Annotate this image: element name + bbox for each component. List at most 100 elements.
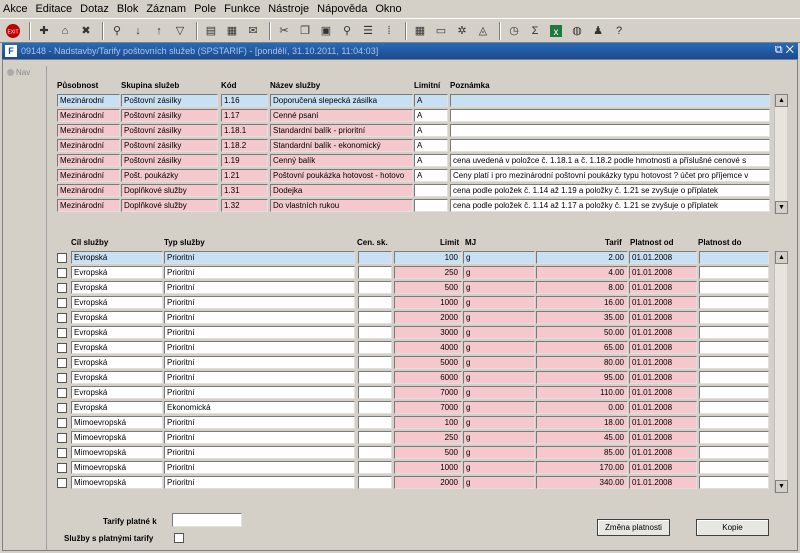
tariffs-cell[interactable]: 4.00	[536, 266, 628, 279]
tariffs-cell[interactable]: g	[463, 416, 535, 429]
sort-ascending-icon[interactable]: ↓	[129, 22, 147, 40]
services-cell[interactable]: 1.31	[221, 184, 268, 197]
tariffs-cell[interactable]	[699, 341, 769, 354]
row-checkbox[interactable]	[57, 433, 67, 443]
tariffs-cell[interactable]: Evropská	[71, 386, 163, 399]
tariffs-cell[interactable]: Prioritní	[164, 266, 355, 279]
tariffs-cell[interactable]: Evropská	[71, 266, 163, 279]
tariffs-cell[interactable]: 85.00	[536, 446, 628, 459]
settings-icon[interactable]: ✲	[453, 22, 471, 40]
tariffs-cell[interactable]: 01.01.2008	[629, 461, 697, 474]
tariffs-cell[interactable]	[358, 356, 392, 369]
tariffs-cell[interactable]	[358, 476, 392, 489]
tariffs-cell[interactable]: g	[463, 356, 535, 369]
row-checkbox[interactable]	[57, 343, 67, 353]
row-checkbox[interactable]	[57, 283, 67, 293]
tariffs-cell[interactable]: Prioritní	[164, 476, 355, 489]
tariffs-cell[interactable]: 100	[394, 251, 462, 264]
tariffs-cell[interactable]: Mimoevropská	[71, 416, 163, 429]
tariffs-cell[interactable]	[699, 446, 769, 459]
services-cell[interactable]: Dodejka	[270, 184, 413, 197]
services-cell[interactable]: 1.19	[221, 154, 268, 167]
menu-item[interactable]: Blok	[117, 3, 138, 15]
tariffs-cell[interactable]: Prioritní	[164, 251, 355, 264]
tariffs-cell[interactable]: Mimoevropská	[71, 476, 163, 489]
scroll-down-icon[interactable]: ▼	[775, 201, 788, 214]
tariffs-cell[interactable]: g	[463, 371, 535, 384]
tariffs-cell[interactable]	[699, 281, 769, 294]
tariffs-cell[interactable]	[699, 311, 769, 324]
tariffs-cell[interactable]	[699, 461, 769, 474]
services-cell[interactable]	[450, 139, 770, 152]
tariffs-cell[interactable]: 7000	[394, 401, 462, 414]
tariffs-cell[interactable]: Prioritní	[164, 281, 355, 294]
services-cell[interactable]: Mezinárodní	[57, 184, 120, 197]
services-cell[interactable]: Cenné psaní	[270, 109, 413, 122]
sluzby-checkbox[interactable]	[174, 533, 184, 543]
clock-icon[interactable]: ◷	[505, 22, 523, 40]
tariffs-cell[interactable]: Prioritní	[164, 416, 355, 429]
tariffs-cell[interactable]: 500	[394, 446, 462, 459]
services-cell[interactable]: Cenný balík	[270, 154, 413, 167]
tariffs-cell[interactable]	[699, 386, 769, 399]
tariffs-cell[interactable]: 2.00	[536, 251, 628, 264]
tariffs-cell[interactable]: 01.01.2008	[629, 431, 697, 444]
tariffs-cell[interactable]: 80.00	[536, 356, 628, 369]
services-cell[interactable]: Mezinárodní	[57, 169, 120, 182]
services-cell[interactable]: Standardní balík - prioritní	[270, 124, 413, 137]
tariffs-cell[interactable]: 2000	[394, 476, 462, 489]
row-checkbox[interactable]	[57, 313, 67, 323]
tariffs-cell[interactable]: 1000	[394, 461, 462, 474]
services-cell[interactable]: A	[414, 109, 448, 122]
services-cell[interactable]: Poštovní zásilky	[121, 124, 218, 137]
tariffs-cell[interactable]: 250	[394, 266, 462, 279]
eye-icon[interactable]: ◬	[474, 22, 492, 40]
tariffs-cell[interactable]: Prioritní	[164, 446, 355, 459]
services-cell[interactable]: Poštovní zásilky	[121, 154, 218, 167]
services-cell[interactable]: 1.18.1	[221, 124, 268, 137]
tariffs-cell[interactable]	[699, 401, 769, 414]
document-icon[interactable]: ▭	[432, 22, 450, 40]
tariffs-cell[interactable]: Evropská	[71, 251, 163, 264]
tariffs-cell[interactable]	[699, 371, 769, 384]
save-icon[interactable]: ⌂	[56, 22, 74, 40]
tariffs-cell[interactable]: Prioritní	[164, 311, 355, 324]
tariffs-cell[interactable]: Mimoevropská	[71, 446, 163, 459]
tariffs-cell[interactable]: 170.00	[536, 461, 628, 474]
delete-record-icon[interactable]: ✖	[77, 22, 95, 40]
tariffs-cell[interactable]: 16.00	[536, 296, 628, 309]
row-checkbox[interactable]	[57, 463, 67, 473]
services-cell[interactable]: 1.32	[221, 199, 268, 212]
tariffs-cell[interactable]	[699, 476, 769, 489]
tariffs-cell[interactable]: Evropská	[71, 296, 163, 309]
menu-item[interactable]: Pole	[194, 3, 216, 15]
tariffs-cell[interactable]: 45.00	[536, 431, 628, 444]
row-checkbox[interactable]	[57, 328, 67, 338]
services-cell[interactable]: Mezinárodní	[57, 109, 120, 122]
tariffs-cell[interactable]: 95.00	[536, 371, 628, 384]
row-checkbox[interactable]	[57, 418, 67, 428]
tariffs-cell[interactable]: g	[463, 431, 535, 444]
paste-icon[interactable]: ▣	[317, 22, 335, 40]
services-cell[interactable]: Poštovní zásilky	[121, 94, 218, 107]
tariffs-cell[interactable]: 7000	[394, 386, 462, 399]
tariffs-cell[interactable]	[699, 266, 769, 279]
row-checkbox[interactable]	[57, 448, 67, 458]
filter-icon[interactable]: ▽	[171, 22, 189, 40]
users-icon[interactable]: ♟	[589, 22, 607, 40]
tariffs-cell[interactable]: Prioritní	[164, 296, 355, 309]
tariffs-cell[interactable]: 01.01.2008	[629, 296, 697, 309]
tariffs-cell[interactable]: Prioritní	[164, 326, 355, 339]
services-cell[interactable]: Do vlastních rukou	[270, 199, 413, 212]
services-cell[interactable]: A	[414, 139, 448, 152]
services-cell[interactable]: Doplňkové služby	[121, 184, 218, 197]
tariffs-cell[interactable]: Prioritní	[164, 461, 355, 474]
tariffs-cell[interactable]: 01.01.2008	[629, 401, 697, 414]
tariffs-cell[interactable]	[358, 296, 392, 309]
tariffs-cell[interactable]: 01.01.2008	[629, 266, 697, 279]
services-cell[interactable]: cena podle položek č. 1.14 až 1.19 a pol…	[450, 184, 770, 197]
services-cell[interactable]	[414, 199, 448, 212]
services-cell[interactable]: Doplňkové služby	[121, 199, 218, 212]
tariffs-cell[interactable]: Prioritní	[164, 386, 355, 399]
tariffs-cell[interactable]	[699, 326, 769, 339]
